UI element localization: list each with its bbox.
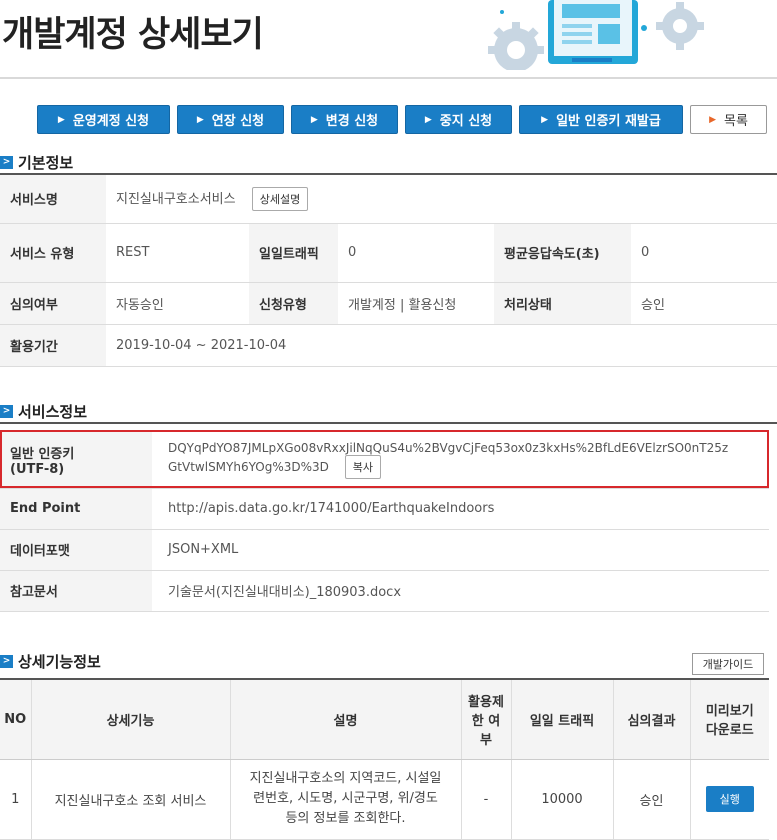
arrow-right-icon: ▶ xyxy=(424,114,432,125)
period-label: 활용기간 xyxy=(0,324,106,367)
section-arrow-icon: > xyxy=(0,404,13,418)
table-row: 1 지진실내구호소 조회 서비스 지진실내구호소의 지역코드, 시설일 련번호,… xyxy=(0,759,769,840)
developer-guide-button[interactable]: 개발가이드 xyxy=(692,653,764,675)
row-preview: 실행 xyxy=(690,759,769,840)
request-type-value: 개발계정 | 활용신청 xyxy=(338,282,494,325)
service-type-label: 서비스 유형 xyxy=(0,223,106,283)
endpoint-label: End Point xyxy=(0,488,152,530)
header-divider xyxy=(0,77,777,79)
avg-response-value: 0 xyxy=(631,223,777,283)
run-button[interactable]: 실행 xyxy=(705,786,754,812)
col-no: NO xyxy=(0,678,32,760)
col-limit: 활용제 한 여 부 xyxy=(461,678,512,760)
reference-doc-label: 참고문서 xyxy=(0,570,152,612)
arrow-right-icon: ▶ xyxy=(57,114,65,125)
basic-info-table: 서비스명 지진실내구호소서비스 상세설명 서비스 유형 REST 일일트래픽 0… xyxy=(0,175,777,367)
endpoint-value: http://apis.data.go.kr/1741000/Earthquak… xyxy=(152,488,769,530)
avg-response-label: 평균응답속도(초) xyxy=(494,223,631,283)
review-label: 심의여부 xyxy=(0,282,106,325)
page-title: 개발계정 상세보기 xyxy=(2,15,264,55)
extension-apply-button[interactable]: ▶ 연장 신청 xyxy=(177,105,284,134)
col-description: 설명 xyxy=(230,678,462,760)
service-type-value: REST xyxy=(106,223,249,283)
developer-illustration xyxy=(488,0,704,70)
daily-traffic-value: 0 xyxy=(338,223,494,283)
service-name-cell: 지진실내구호소서비스 상세설명 xyxy=(106,175,777,224)
service-name: 지진실내구호소서비스 xyxy=(116,191,236,207)
row-no: 1 xyxy=(0,759,32,840)
reference-doc-link[interactable]: 기술문서(지진실내대비소)_180903.docx xyxy=(152,570,769,612)
detail-description-button[interactable]: 상세설명 xyxy=(251,186,309,211)
col-result: 심의결과 xyxy=(613,678,691,760)
col-traffic: 일일 트래픽 xyxy=(511,678,614,760)
list-button[interactable]: ▶ 목록 xyxy=(690,105,767,134)
data-format-label: 데이터포맷 xyxy=(0,529,152,571)
basic-info-heading: > 기본정보 xyxy=(0,151,73,173)
status-value: 승인 xyxy=(631,282,777,325)
daily-traffic-label: 일일트래픽 xyxy=(249,223,338,283)
status-label: 처리상태 xyxy=(494,282,631,325)
col-preview: 미리보기 다운로드 xyxy=(690,678,769,760)
request-type-label: 신청유형 xyxy=(249,282,338,325)
suspend-apply-button[interactable]: ▶ 중지 신청 xyxy=(405,105,512,134)
service-name-label: 서비스명 xyxy=(0,175,106,224)
operation-account-apply-button[interactable]: ▶ 운영계정 신청 xyxy=(37,105,170,134)
arrow-right-icon: ▶ xyxy=(196,114,204,125)
arrow-right-icon: ▶ xyxy=(709,114,716,125)
row-limit: - xyxy=(461,759,512,840)
detail-function-table: NO 상세기능 설명 활용제 한 여 부 일일 트래픽 심의결과 미리보기 다운… xyxy=(0,678,769,840)
row-traffic: 10000 xyxy=(511,759,614,840)
arrow-right-icon: ▶ xyxy=(541,114,549,125)
reissue-key-button[interactable]: ▶ 일반 인증키 재발급 xyxy=(519,105,683,134)
review-value: 자동승인 xyxy=(106,282,249,325)
data-format-value: JSON+XML xyxy=(152,529,769,571)
row-description: 지진실내구호소의 지역코드, 시설일 련번호, 시도명, 시군구명, 위/경도 … xyxy=(230,759,462,840)
service-key-highlight xyxy=(0,430,769,488)
section-arrow-icon: > xyxy=(0,654,13,668)
row-function: 지진실내구호소 조회 서비스 xyxy=(31,759,231,840)
period-value: 2019-10-04 ~ 2021-10-04 xyxy=(106,324,777,367)
row-result: 승인 xyxy=(613,759,691,840)
change-apply-button[interactable]: ▶ 변경 신청 xyxy=(291,105,398,134)
section-divider xyxy=(0,422,777,424)
section-arrow-icon: > xyxy=(0,155,13,169)
service-info-heading: > 서비스정보 xyxy=(0,400,87,422)
detail-info-heading: > 상세기능정보 xyxy=(0,650,101,672)
arrow-right-icon: ▶ xyxy=(310,114,318,125)
col-function: 상세기능 xyxy=(31,678,231,760)
